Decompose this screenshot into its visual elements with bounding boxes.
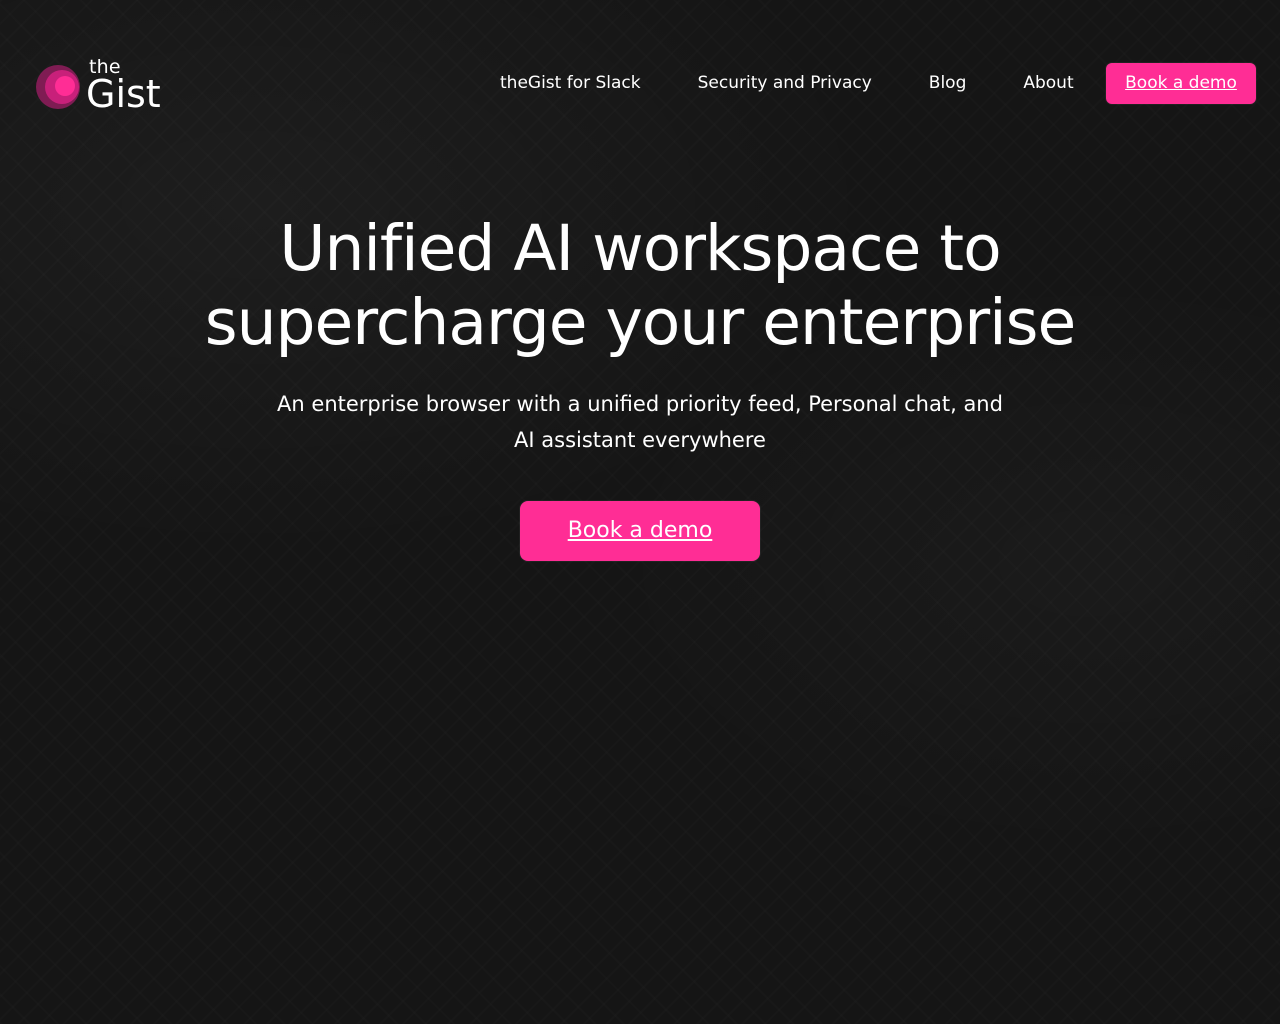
hero-section: Unified AI workspace to supercharge your… [0,0,1280,1024]
hero-title-line-2: supercharge your enterprise [204,286,1076,359]
hero-title-line-1: Unified AI workspace to [279,212,1001,285]
hero-subtitle-line-1: An enterprise browser with a unified pri… [277,392,1003,416]
hero-book-demo-button[interactable]: Book a demo [520,501,760,561]
hero-subtitle: An enterprise browser with a unified pri… [260,386,1020,458]
hero-title: Unified AI workspace to supercharge your… [140,212,1140,360]
hero-subtitle-line-2: AI assistant everywhere [514,428,766,452]
